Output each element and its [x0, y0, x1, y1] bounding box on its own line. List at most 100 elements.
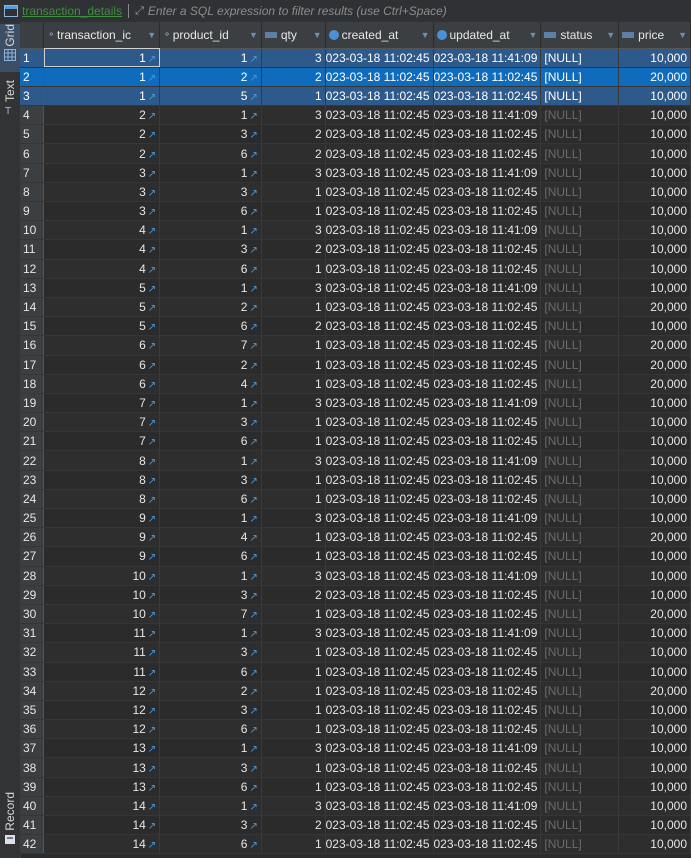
cell-product-id[interactable]: 1 ↗ — [159, 738, 262, 759]
cell-status[interactable]: [NULL] — [540, 527, 620, 548]
foreign-key-link-icon[interactable]: ↗ — [148, 668, 156, 679]
cell-qty[interactable]: 3 — [261, 623, 326, 644]
table-row[interactable]: 23 8 ↗ 3 ↗ 1 023-03-18 11:02:45 023-03-18 11:02… — [20, 470, 691, 490]
cell-product-id[interactable]: 1 ↗ — [159, 163, 262, 183]
row-number[interactable]: 16 — [20, 335, 45, 356]
cell-transaction-id[interactable]: 1 ↗ — [43, 48, 161, 68]
table-name-link[interactable]: transaction_details — [22, 4, 122, 18]
cell-qty[interactable]: 3 — [261, 393, 326, 414]
cell-product-id[interactable]: 4 ↗ — [159, 374, 262, 394]
cell-price[interactable]: 20,000 — [618, 355, 691, 375]
cell-transaction-id[interactable]: 14 ↗ — [43, 815, 161, 836]
cell-qty[interactable]: 1 — [261, 470, 326, 490]
cell-created-at[interactable]: 023-03-18 11:02:45 — [325, 297, 434, 318]
cell-transaction-id[interactable]: 4 ↗ — [43, 259, 161, 279]
foreign-key-link-icon[interactable]: ↗ — [148, 322, 156, 333]
row-number[interactable]: 39 — [20, 777, 45, 797]
cell-transaction-id[interactable]: 13 ↗ — [43, 777, 161, 797]
cell-product-id[interactable]: 3 ↗ — [159, 700, 262, 721]
cell-updated-at[interactable]: 023-03-18 11:41:09 — [433, 623, 542, 644]
cell-updated-at[interactable]: 023-03-18 11:02:45 — [433, 239, 542, 260]
row-number[interactable]: 31 — [20, 623, 45, 644]
cell-updated-at[interactable]: 023-03-18 11:02:45 — [433, 585, 542, 605]
foreign-key-link-icon[interactable]: ↗ — [249, 457, 257, 468]
cell-transaction-id[interactable]: 5 ↗ — [43, 316, 161, 337]
foreign-key-link-icon[interactable]: ↗ — [148, 840, 156, 851]
cell-transaction-id[interactable]: 7 ↗ — [43, 412, 161, 433]
cell-status[interactable]: [NULL] — [540, 470, 620, 490]
table-row[interactable]: 13 5 ↗ 1 ↗ 3 023-03-18 11:02:45 023-03-18 11:41… — [20, 278, 691, 298]
column-header-qty[interactable]: qty ▼ — [261, 22, 326, 49]
cell-product-id[interactable]: 1 ↗ — [159, 508, 262, 529]
cell-status[interactable]: [NULL] — [540, 623, 620, 644]
cell-product-id[interactable]: 6 ↗ — [159, 834, 262, 855]
cell-qty[interactable]: 1 — [261, 335, 326, 356]
cell-transaction-id[interactable]: 5 ↗ — [43, 297, 161, 318]
table-row[interactable]: 27 9 ↗ 6 ↗ 1 023-03-18 11:02:45 023-03-18 11:02… — [20, 546, 691, 567]
foreign-key-link-icon[interactable]: ↗ — [148, 54, 156, 65]
foreign-key-link-icon[interactable]: ↗ — [148, 533, 156, 544]
cell-price[interactable]: 20,000 — [618, 67, 691, 87]
cell-created-at[interactable]: 023-03-18 11:02:45 — [325, 585, 434, 605]
cell-price[interactable]: 10,000 — [618, 623, 691, 644]
foreign-key-link-icon[interactable]: ↗ — [148, 648, 156, 659]
cell-product-id[interactable]: 6 ↗ — [159, 489, 262, 510]
foreign-key-link-icon[interactable]: ↗ — [148, 284, 156, 295]
cell-transaction-id[interactable]: 1 ↗ — [43, 67, 161, 87]
cell-updated-at[interactable]: 023-03-18 11:02:45 — [433, 297, 542, 318]
cell-status[interactable]: [NULL] — [540, 201, 620, 222]
cell-transaction-id[interactable]: 6 ↗ — [43, 374, 161, 394]
row-number[interactable]: 37 — [20, 738, 45, 759]
cell-qty[interactable]: 3 — [261, 450, 326, 471]
sort-icon[interactable]: ▼ — [249, 30, 258, 40]
row-number[interactable]: 15 — [20, 316, 45, 337]
cell-status[interactable]: [NULL] — [540, 105, 620, 126]
foreign-key-link-icon[interactable]: ↗ — [148, 399, 156, 410]
cell-created-at[interactable]: 023-03-18 11:02:45 — [325, 777, 434, 797]
cell-created-at[interactable]: 023-03-18 11:02:45 — [325, 489, 434, 510]
cell-product-id[interactable]: 6 ↗ — [159, 431, 262, 452]
cell-product-id[interactable]: 3 ↗ — [159, 182, 262, 203]
foreign-key-link-icon[interactable]: ↗ — [249, 783, 257, 794]
cell-transaction-id[interactable]: 7 ↗ — [43, 393, 161, 414]
cell-price[interactable]: 10,000 — [618, 393, 691, 414]
foreign-key-link-icon[interactable]: ↗ — [148, 821, 156, 832]
foreign-key-link-icon[interactable]: ↗ — [148, 514, 156, 525]
cell-status[interactable]: [NULL] — [540, 738, 620, 759]
foreign-key-link-icon[interactable]: ↗ — [249, 92, 257, 103]
cell-transaction-id[interactable]: 9 ↗ — [43, 527, 161, 548]
table-row[interactable]: 24 8 ↗ 6 ↗ 1 023-03-18 11:02:45 023-03-18 11:02… — [20, 489, 691, 510]
cell-created-at[interactable]: 023-03-18 11:02:45 — [325, 48, 434, 68]
foreign-key-link-icon[interactable]: ↗ — [249, 54, 257, 65]
cell-status[interactable]: [NULL] — [540, 220, 620, 241]
cell-status[interactable]: [NULL] — [540, 450, 620, 471]
table-row[interactable]: 7 3 ↗ 1 ↗ 3 023-03-18 11:02:45 023-03-18 11:41:… — [20, 163, 691, 183]
tab-grid[interactable]: Grid — [0, 24, 20, 72]
cell-transaction-id[interactable]: 2 ↗ — [43, 143, 161, 164]
row-number[interactable]: 32 — [20, 642, 45, 663]
table-row[interactable]: 37 13 ↗ 1 ↗ 3 023-03-18 11:02:45 023-03-18 11:4… — [20, 738, 691, 759]
cell-price[interactable]: 10,000 — [618, 834, 691, 855]
cell-status[interactable]: [NULL] — [540, 374, 620, 394]
foreign-key-link-icon[interactable]: ↗ — [148, 207, 156, 218]
cell-updated-at[interactable]: 023-03-18 11:02:45 — [433, 182, 542, 203]
cell-qty[interactable]: 3 — [261, 566, 326, 586]
cell-product-id[interactable]: 2 ↗ — [159, 297, 262, 318]
row-number[interactable]: 30 — [20, 604, 45, 625]
cell-product-id[interactable]: 5 ↗ — [159, 86, 262, 107]
row-number[interactable]: 5 — [20, 124, 45, 145]
table-row[interactable]: 4 2 ↗ 1 ↗ 3 023-03-18 11:02:45 023-03-18 11:41:… — [20, 105, 691, 126]
cell-transaction-id[interactable]: 13 ↗ — [43, 738, 161, 759]
cell-created-at[interactable]: 023-03-18 11:02:45 — [325, 834, 434, 855]
cell-status[interactable]: [NULL] — [540, 431, 620, 452]
cell-status[interactable]: [NULL] — [540, 297, 620, 318]
cell-price[interactable]: 10,000 — [618, 86, 691, 107]
cell-created-at[interactable]: 023-03-18 11:02:45 — [325, 450, 434, 471]
row-number[interactable]: 4 — [20, 105, 45, 126]
cell-price[interactable]: 10,000 — [618, 316, 691, 337]
table-row[interactable]: 17 6 ↗ 2 ↗ 1 023-03-18 11:02:45 023-03-18 11:02… — [20, 355, 691, 375]
cell-updated-at[interactable]: 023-03-18 11:02:45 — [433, 335, 542, 356]
cell-created-at[interactable]: 023-03-18 11:02:45 — [325, 431, 434, 452]
cell-updated-at[interactable]: 023-03-18 11:02:45 — [433, 604, 542, 625]
row-number[interactable]: 18 — [20, 374, 45, 394]
